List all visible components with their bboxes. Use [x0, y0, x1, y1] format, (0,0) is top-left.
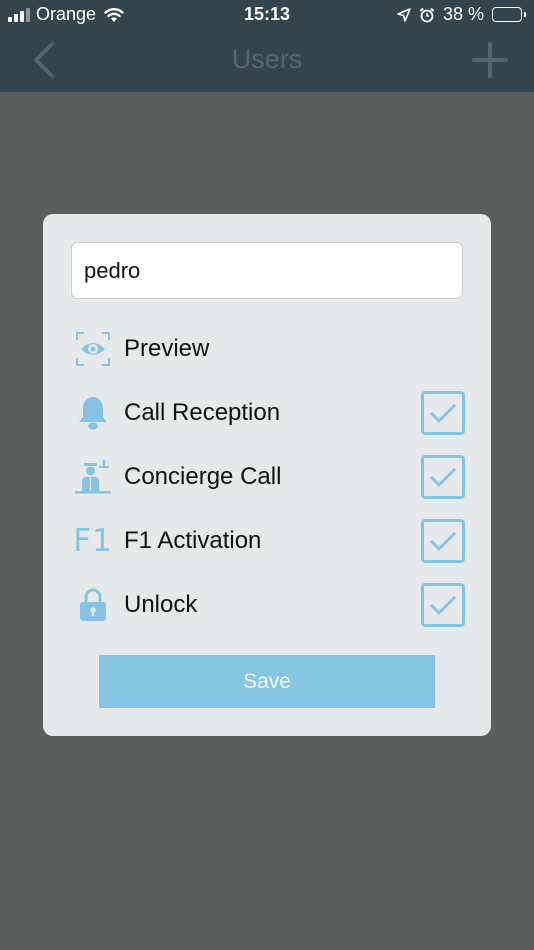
checkmark-icon [429, 403, 457, 424]
status-right: 38 % [397, 4, 526, 25]
f1-activation-checkbox[interactable] [421, 519, 465, 563]
plus-icon[interactable] [472, 42, 508, 78]
f1-icon-text: F1 [73, 523, 113, 559]
permission-row-concierge-call[interactable]: Concierge Call [73, 452, 465, 502]
permission-row-unlock[interactable]: Unlock [73, 580, 465, 630]
battery-icon [492, 7, 526, 22]
permission-row-call-reception[interactable]: Call Reception [73, 388, 465, 438]
location-arrow-icon [397, 7, 411, 22]
eye-icon [73, 329, 113, 369]
permission-label: Call Reception [124, 399, 281, 426]
bell-icon [73, 393, 113, 433]
permission-label: F1 Activation [124, 527, 262, 554]
alarm-clock-icon [419, 7, 435, 22]
top-bar: Orange 15:13 38 % Users [0, 0, 534, 92]
concierge-call-checkbox[interactable] [421, 455, 465, 499]
page-title: Users [231, 44, 303, 74]
checkmark-icon [429, 595, 457, 616]
permission-label: Concierge Call [124, 463, 282, 490]
checkmark-icon [429, 467, 457, 488]
user-name-input[interactable] [71, 242, 463, 299]
f1-icon: F1 [73, 521, 113, 561]
battery-percent: 38 % [442, 4, 484, 24]
padlock-icon [73, 585, 113, 625]
navigation-bar: Users [0, 30, 534, 92]
permission-row-preview[interactable]: Preview [73, 324, 465, 374]
checkmark-icon [429, 531, 457, 552]
permission-label: Preview [124, 335, 210, 362]
save-button[interactable]: Save [99, 655, 435, 708]
concierge-icon [73, 457, 113, 497]
status-bar: Orange 15:13 38 % [0, 0, 534, 30]
call-reception-checkbox[interactable] [421, 391, 465, 435]
edit-user-dialog: Preview Call Reception Concierge Call [43, 214, 491, 736]
permission-row-f1-activation[interactable]: F1 F1 Activation [73, 516, 465, 566]
permission-label: Unlock [124, 591, 198, 618]
unlock-checkbox[interactable] [421, 583, 465, 627]
